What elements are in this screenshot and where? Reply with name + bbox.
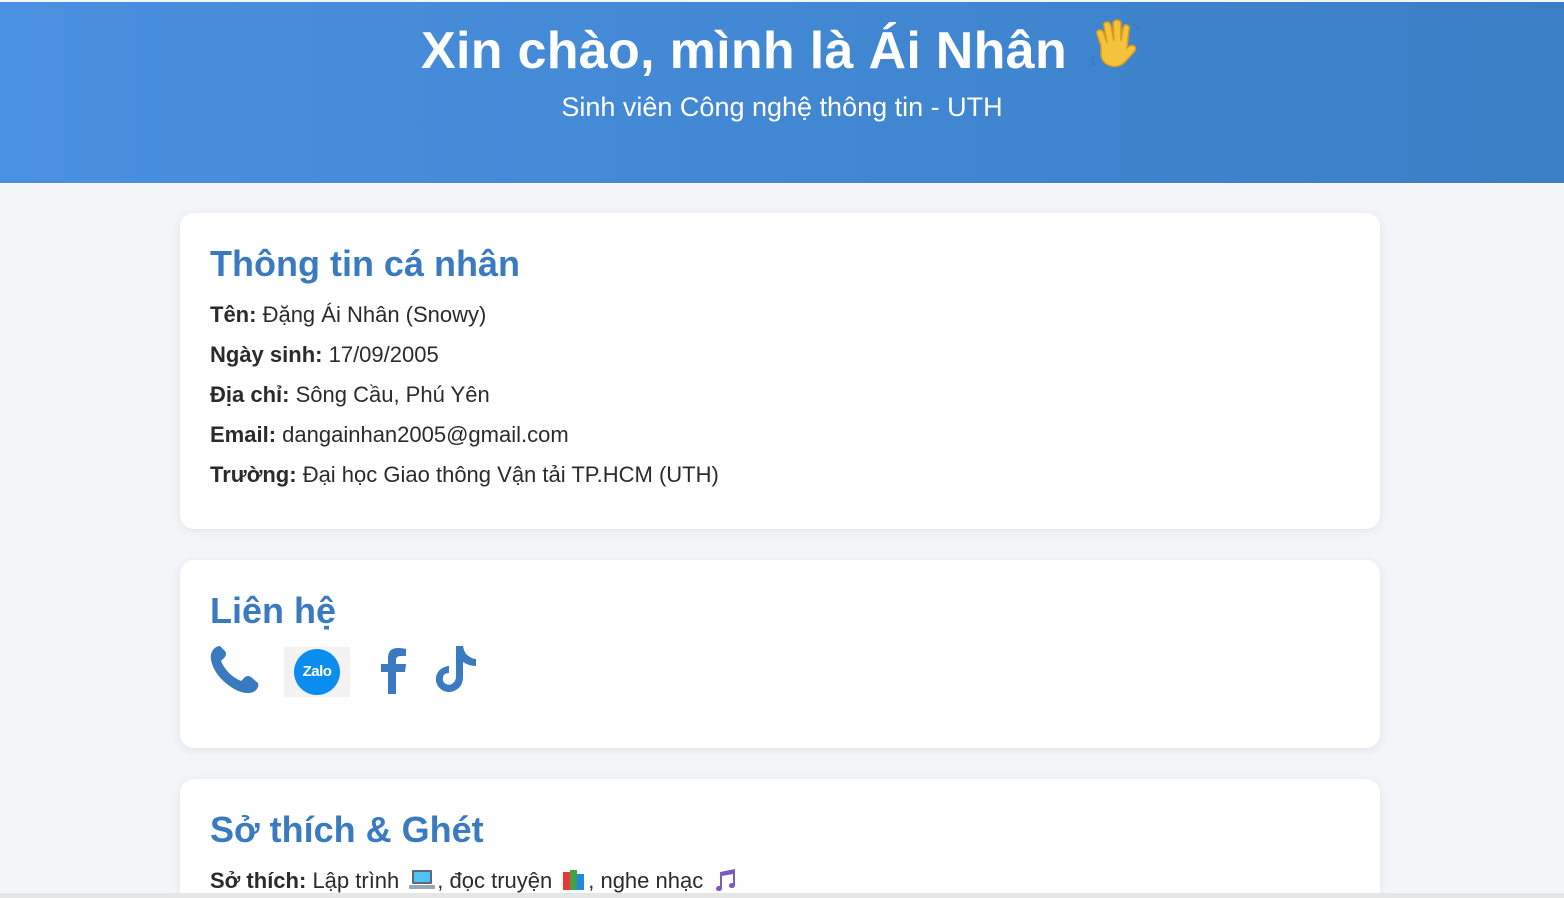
waving-hand-icon	[1087, 16, 1143, 85]
contact-heading: Liên hệ	[210, 590, 337, 631]
info-label: Địa chỉ:	[210, 382, 290, 407]
info-label: Ngày sinh:	[210, 342, 323, 367]
hobbies-heading: Sở thích & Ghét	[210, 809, 484, 850]
hobbies-card: Sở thích & Ghét Sở thích: Lập trình , đọc…	[180, 779, 1380, 893]
info-row-name: Tên: Đặng Ái Nhân (Snowy)	[210, 295, 1350, 335]
hobby-item: , nghe nhạc	[588, 868, 704, 893]
personal-info-card: Thông tin cá nhân Tên: Đặng Ái Nhân (Sno…	[180, 213, 1380, 529]
contact-icons: Zalo	[210, 644, 1350, 699]
page-header: Xin chào, mình là Ái Nhân Sinh viên Công…	[0, 2, 1564, 183]
info-label: Trường:	[210, 462, 297, 487]
info-value: Đặng Ái Nhân (Snowy)	[262, 302, 487, 327]
laptop-icon	[409, 864, 436, 893]
hobby-item: Lập trình	[312, 868, 400, 893]
page-title: Xin chào, mình là Ái Nhân	[0, 16, 1564, 85]
title-text: Xin chào, mình là Ái Nhân	[420, 22, 1068, 80]
tiktok-icon[interactable]	[432, 644, 478, 699]
zalo-label: Zalo	[294, 648, 340, 695]
facebook-icon[interactable]	[376, 644, 412, 699]
info-value: Đại học Giao thông Vận tải TP.HCM (UTH)	[302, 462, 719, 487]
phone-icon[interactable]	[210, 644, 260, 699]
music-notes-icon	[713, 864, 737, 893]
info-row-email: Email: dangainhan2005@gmail.com	[210, 415, 1350, 455]
hobby-item: , đọc truyện	[437, 868, 553, 893]
personal-info-heading: Thông tin cá nhân	[210, 243, 520, 284]
info-row-address: Địa chỉ: Sông Cầu, Phú Yên	[210, 375, 1350, 415]
zalo-icon[interactable]: Zalo	[284, 646, 350, 697]
hobbies-row: Sở thích: Lập trình , đọc truyện , nghe nh…	[210, 861, 1350, 893]
info-value: Sông Cầu, Phú Yên	[295, 382, 490, 407]
info-value: dangainhan2005@gmail.com	[282, 422, 569, 447]
hobbies-label: Sở thích:	[210, 868, 307, 893]
page-subtitle: Sinh viên Công nghệ thông tin - UTH	[561, 92, 1003, 122]
info-row-school: Trường: Đại học Giao thông Vận tải TP.HC…	[210, 455, 1350, 495]
info-value: 17/09/2005	[328, 342, 439, 367]
bottom-edge	[0, 893, 1564, 898]
info-row-birthday: Ngày sinh: 17/09/2005	[210, 335, 1350, 375]
contact-card: Liên hệ Zalo	[180, 560, 1380, 748]
info-label: Email:	[210, 422, 277, 447]
info-label: Tên:	[210, 302, 257, 327]
books-icon	[562, 864, 586, 893]
